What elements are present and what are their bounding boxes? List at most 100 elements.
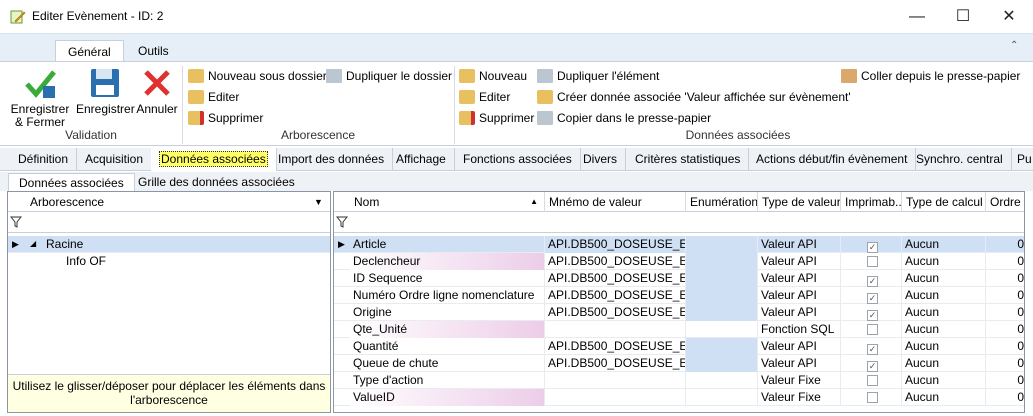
tab-affichage[interactable]: Affichage [388,148,455,171]
printable-checkbox[interactable]: ✓ [867,276,878,287]
cell-nom: Type d'action [350,372,545,389]
table-row[interactable]: ▶ Article API.DB500_DOSEUSE_E... Valeur API… [334,236,1024,253]
cell-imprimable[interactable] [841,389,902,406]
printable-checkbox[interactable] [867,375,878,386]
cell-type-valeur: Fonction SQL [758,321,841,338]
column-header-nom[interactable]: Nom ▲ [350,192,545,212]
tab-definition[interactable]: Définition [10,148,78,171]
printable-checkbox[interactable]: ✓ [867,344,878,355]
duplicate-icon [537,69,553,83]
delete-data-button[interactable]: Supprimer [459,108,534,128]
tab-label: Divers [583,152,618,166]
copy-clipboard-button[interactable]: Copier dans le presse-papier [537,108,711,128]
printable-checkbox[interactable] [867,256,878,267]
dropdown-arrow-icon[interactable]: ▼ [314,192,323,212]
cell-imprimable[interactable]: ✓ [841,270,902,287]
cell-imprimable[interactable] [841,372,902,389]
column-header-enumeration[interactable]: Enumération [686,192,758,212]
cell-type-calcul: Aucun [902,287,986,304]
cell-mnemo: API.DB500_DOSEUSE_E... [545,253,686,270]
cell-mnemo [545,321,686,338]
cell-type-valeur: Valeur API [758,236,841,253]
table-row[interactable]: Type d'action Valeur Fixe Aucun 0 [334,372,1024,389]
table-row[interactable]: Declencheur API.DB500_DOSEUSE_E... Valeur … [334,253,1024,270]
close-window-button[interactable]: ✕ [986,0,1032,33]
cell-imprimable[interactable] [841,321,902,338]
table-row[interactable]: Queue de chute API.DB500_DOSEUSE_E... Vale… [334,355,1024,372]
new-subfolder-button[interactable]: Nouveau sous dossier [188,66,327,86]
cell-type-calcul: Aucun [902,236,986,253]
cell-imprimable[interactable]: ✓ [841,304,902,321]
table-row[interactable]: Qte_Unité Fonction SQL Aucun 0 [334,321,1024,338]
edit-data-button[interactable]: Editer [459,87,510,107]
copy-clipboard-label: Copier dans le presse-papier [557,111,712,125]
cell-type-calcul: Aucun [902,355,986,372]
tree-filter-row[interactable] [8,212,330,233]
column-header-imprimable[interactable]: Imprimab... [841,192,902,212]
tab-actions-debut-fin[interactable]: Actions début/fin évènement [748,148,917,171]
cell-type-valeur: Valeur API [758,270,841,287]
window-title: Editer Evènement - ID: 2 [32,9,164,23]
edit-folder-button[interactable]: Editer [188,87,239,107]
column-header-type-calcul[interactable]: Type de calcul [902,192,986,212]
minimize-button[interactable]: — [894,0,940,33]
tree-header[interactable]: Arborescence ▼ [8,192,330,212]
tab-label: Acquisition [85,152,144,166]
printable-checkbox[interactable]: ✓ [867,293,878,304]
cell-mnemo: API.DB500_DOSEUSE_E... [545,287,686,304]
column-header-type-valeur[interactable]: Type de valeur [758,192,841,212]
tab-criteres-statistiques[interactable]: Critères statistiques [627,148,750,171]
duplicate-folder-button[interactable]: Dupliquer le dossier [326,66,452,86]
paste-clipboard-button[interactable]: Coller depuis le presse-papier [841,66,1020,86]
copy-icon [537,111,553,125]
cell-imprimable[interactable]: ✓ [841,287,902,304]
cancel-button[interactable]: Annuler [136,66,178,116]
cell-imprimable[interactable]: ✓ [841,355,902,372]
printable-checkbox[interactable] [867,392,878,403]
tab-donnees-associees[interactable]: Données associées [151,148,277,171]
table-row[interactable]: ID Sequence API.DB500_DOSEUSE_E... Valeur … [334,270,1024,287]
cell-imprimable[interactable]: ✓ [841,338,902,355]
paste-icon [841,69,857,83]
maximize-button[interactable]: ☐ [940,0,986,33]
collapse-ribbon-icon[interactable]: ⌃ [1010,40,1018,51]
new-data-button[interactable]: Nouveau [459,66,527,86]
tab-divers[interactable]: Divers [575,148,627,171]
save-close-button[interactable]: Enregistrer & Fermer [8,66,72,129]
cell-nom: ValueID [350,389,545,406]
duplicate-element-button[interactable]: Dupliquer l'élément [537,66,659,86]
printable-checkbox[interactable]: ✓ [867,242,878,253]
tab-fonctions-associees[interactable]: Fonctions associées [455,148,581,171]
table-row[interactable]: Origine API.DB500_DOSEUSE_E... Valeur API ✓… [334,304,1024,321]
tab-overflow[interactable]: Pu [1009,148,1033,171]
cell-imprimable[interactable] [841,253,902,270]
printable-checkbox[interactable] [867,324,878,335]
cell-enumeration [686,287,758,304]
tree-node-root[interactable]: ▶ ◢ Racine [8,236,330,253]
cell-imprimable[interactable]: ✓ [841,236,902,253]
delete-folder-button[interactable]: Supprimer [188,108,263,128]
cell-enumeration [686,338,758,355]
grid-header: Nom ▲ Mnémo de valeur Enumération Type de… [334,192,1024,212]
subtab-donnees-associees[interactable]: Données associées [8,173,135,192]
column-header-ordre[interactable]: Ordre [986,192,1024,212]
tab-acquisition[interactable]: Acquisition [77,148,153,171]
tab-import-donnees[interactable]: Import des données [270,148,394,171]
column-header-mnemo[interactable]: Mnémo de valeur [545,192,686,212]
filter-icon [10,216,22,228]
table-row[interactable]: ValueID Valeur Fixe Aucun 0 [334,389,1024,406]
table-row[interactable]: Numéro Ordre ligne nomenclature API.DB500… [334,287,1024,304]
cell-ordre: 0 [1017,373,1024,387]
tab-synchro-central[interactable]: Synchro. central [908,148,1012,171]
tree-node-child[interactable]: Info OF [8,253,330,270]
create-associated-data-button[interactable]: Créer donnée associée 'Valeur affichée s… [537,87,851,107]
cell-nom: ID Sequence [350,270,545,287]
save-button[interactable]: Enregistrer [76,66,135,116]
table-row[interactable]: Quantité API.DB500_DOSEUSE_E... Valeur API… [334,338,1024,355]
expand-triangle-icon[interactable]: ◢ [30,236,36,252]
grid-filter-row[interactable] [334,212,1024,233]
subtab-grille-donnees[interactable]: Grille des données associées [128,173,305,192]
cell-nom: Article [350,236,545,253]
printable-checkbox[interactable]: ✓ [867,361,878,372]
printable-checkbox[interactable]: ✓ [867,310,878,321]
